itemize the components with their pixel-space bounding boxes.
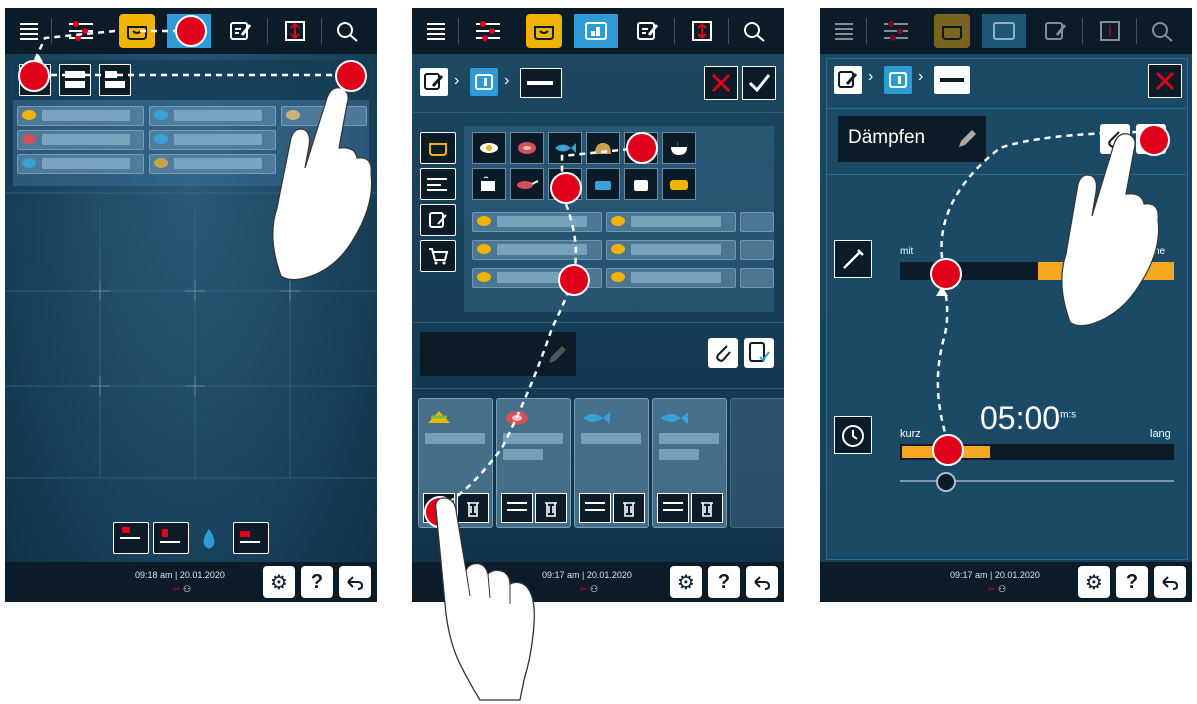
tap-marker <box>175 15 207 47</box>
tap-marker <box>1138 124 1170 156</box>
tap-marker <box>930 258 962 290</box>
gesture-overlay <box>936 126 1160 443</box>
gesture-overlay <box>33 29 373 281</box>
tap-marker <box>335 60 367 92</box>
tap-marker <box>550 172 582 204</box>
panel-1: 09:18 am | 20.01.2020 ✂ ⚇ ⚙ ? <box>5 8 377 602</box>
tap-marker <box>558 264 590 296</box>
tap-marker <box>626 132 658 164</box>
tap-marker <box>18 60 50 92</box>
tap-marker <box>932 434 964 466</box>
pointing-hand-icon <box>435 497 535 701</box>
panel-3: › › Dämpfen mit ne 05:00m:s kurz lang 09… <box>820 8 1192 602</box>
